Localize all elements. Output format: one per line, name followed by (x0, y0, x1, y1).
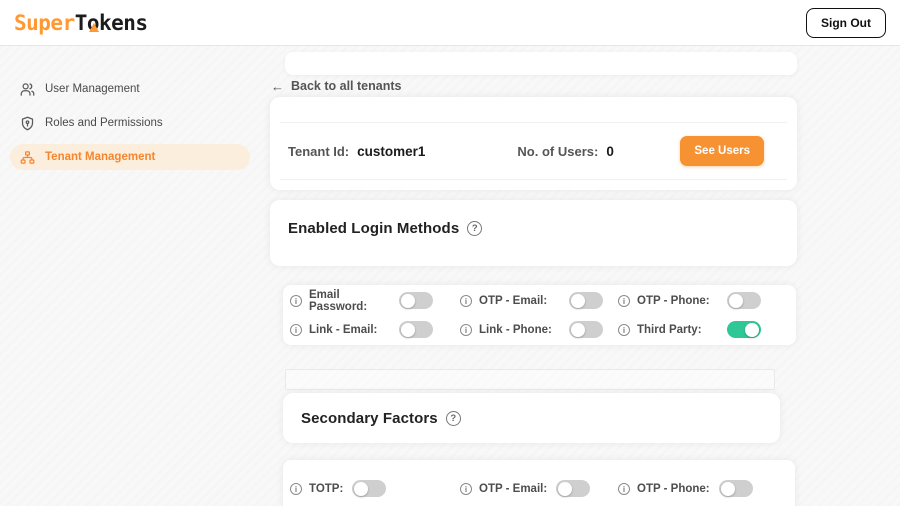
ghost-table-outline (285, 369, 775, 390)
link-email-toggle[interactable] (399, 321, 433, 338)
toggle-label: Link - Phone: (479, 324, 569, 336)
app-body: User Management Roles and Permissions Te… (0, 46, 900, 506)
toggle-label: TOTP: (309, 483, 343, 495)
info-icon[interactable]: i (460, 324, 472, 336)
sidebar-nav: User Management Roles and Permissions Te… (0, 46, 260, 178)
sidebar-item-user-management[interactable]: User Management (10, 76, 250, 102)
third-party-toggle[interactable] (727, 321, 761, 338)
users-count-value: 0 (606, 144, 614, 159)
info-icon[interactable]: i (618, 295, 630, 307)
otp-phone-toggle[interactable] (727, 292, 761, 309)
scrolled-card-remnant (285, 52, 797, 75)
secondary-factors-title: Secondary Factors (301, 410, 438, 427)
sidebar-item-label: User Management (45, 83, 140, 95)
email-password-toggle[interactable] (399, 292, 433, 309)
users-icon (20, 82, 35, 97)
info-icon[interactable]: i (290, 295, 302, 307)
info-icon[interactable]: i (460, 295, 472, 307)
sidebar-item-label: Roles and Permissions (45, 117, 163, 129)
toggle-knob (558, 482, 572, 496)
toggle-knob (571, 294, 585, 308)
login-method-otp-phone: i OTP - Phone: (618, 286, 786, 315)
secondary-factors-toggles-card: i TOTP: i OTP - Email: i OTP - Phone: (283, 460, 795, 506)
main-content: ← Back to all tenants Tenant Id: custome… (270, 46, 800, 506)
secondary-factors-card: Secondary Factors ? (283, 393, 780, 443)
sidebar-item-tenant-management[interactable]: Tenant Management (10, 144, 250, 170)
logo-text-super: Super (14, 11, 75, 35)
back-to-tenants-link[interactable]: ← Back to all tenants (271, 78, 401, 94)
tenant-summary-card: Tenant Id: customer1 No. of Users: 0 See… (270, 97, 797, 190)
toggle-knob (401, 294, 415, 308)
info-icon[interactable]: i (290, 483, 302, 495)
toggle-knob (729, 294, 743, 308)
back-link-label: Back to all tenants (291, 79, 401, 93)
secondary-factor-otp-phone: i OTP - Phone: (618, 474, 785, 503)
login-methods-header: Enabled Login Methods ? (270, 200, 797, 237)
login-method-link-email: i Link - Email: (290, 315, 460, 344)
toggle-knob (354, 482, 368, 496)
sidebar-item-roles-permissions[interactable]: Roles and Permissions (10, 110, 250, 136)
see-users-button[interactable]: See Users (680, 136, 764, 166)
secondary-factors-toggle-grid: i TOTP: i OTP - Email: i OTP - Phone: (283, 460, 795, 503)
toggle-label: OTP - Email: (479, 295, 569, 307)
totp-toggle[interactable] (352, 480, 386, 497)
toggle-knob (745, 323, 759, 337)
help-icon[interactable]: ? (467, 221, 482, 236)
logo-text-tokens: Tokens (75, 11, 148, 35)
back-arrow-icon: ← (271, 79, 284, 94)
sidebar-item-label: Tenant Management (45, 151, 155, 163)
toggle-knob (721, 482, 735, 496)
login-methods-toggle-grid: i Email Password: i OTP - Email: i OTP -… (283, 285, 796, 344)
login-methods-title: Enabled Login Methods (288, 220, 459, 237)
login-methods-card: Enabled Login Methods ? (270, 200, 797, 266)
toggle-knob (571, 323, 585, 337)
login-method-email-password: i Email Password: (290, 286, 460, 315)
tenant-id-value: customer1 (357, 144, 425, 159)
login-method-link-phone: i Link - Phone: (460, 315, 618, 344)
toggle-label: OTP - Phone: (637, 483, 710, 495)
toggle-label: OTP - Email: (479, 483, 547, 495)
org-hierarchy-icon (20, 150, 35, 165)
secondary-otp-email-toggle[interactable] (556, 480, 590, 497)
secondary-otp-phone-toggle[interactable] (719, 480, 753, 497)
info-icon[interactable]: i (618, 483, 630, 495)
info-icon[interactable]: i (460, 483, 472, 495)
secondary-factors-header: Secondary Factors ? (283, 393, 780, 427)
top-header: SuperTokens Sign Out (0, 0, 900, 46)
login-method-otp-email: i OTP - Email: (460, 286, 618, 315)
shield-key-icon (20, 116, 35, 131)
secondary-factor-totp: i TOTP: (290, 474, 460, 503)
info-icon[interactable]: i (290, 324, 302, 336)
toggle-knob (401, 323, 415, 337)
sign-out-button[interactable]: Sign Out (806, 8, 886, 38)
help-icon[interactable]: ? (446, 411, 461, 426)
login-method-third-party: i Third Party: (618, 315, 786, 344)
link-phone-toggle[interactable] (569, 321, 603, 338)
tenant-id-label: Tenant Id: (288, 144, 349, 159)
tenant-summary-row: Tenant Id: customer1 No. of Users: 0 See… (280, 122, 787, 180)
users-count-label: No. of Users: (517, 144, 598, 159)
login-methods-toggles-card: i Email Password: i OTP - Email: i OTP -… (283, 285, 796, 345)
otp-email-toggle[interactable] (569, 292, 603, 309)
toggle-label: Third Party: (637, 324, 727, 336)
supertokens-logo: SuperTokens (14, 11, 148, 35)
toggle-label: Link - Email: (309, 324, 399, 336)
secondary-factor-otp-email: i OTP - Email: (460, 474, 618, 503)
toggle-label: OTP - Phone: (637, 295, 727, 307)
info-icon[interactable]: i (618, 324, 630, 336)
toggle-label: Email Password: (309, 289, 399, 313)
